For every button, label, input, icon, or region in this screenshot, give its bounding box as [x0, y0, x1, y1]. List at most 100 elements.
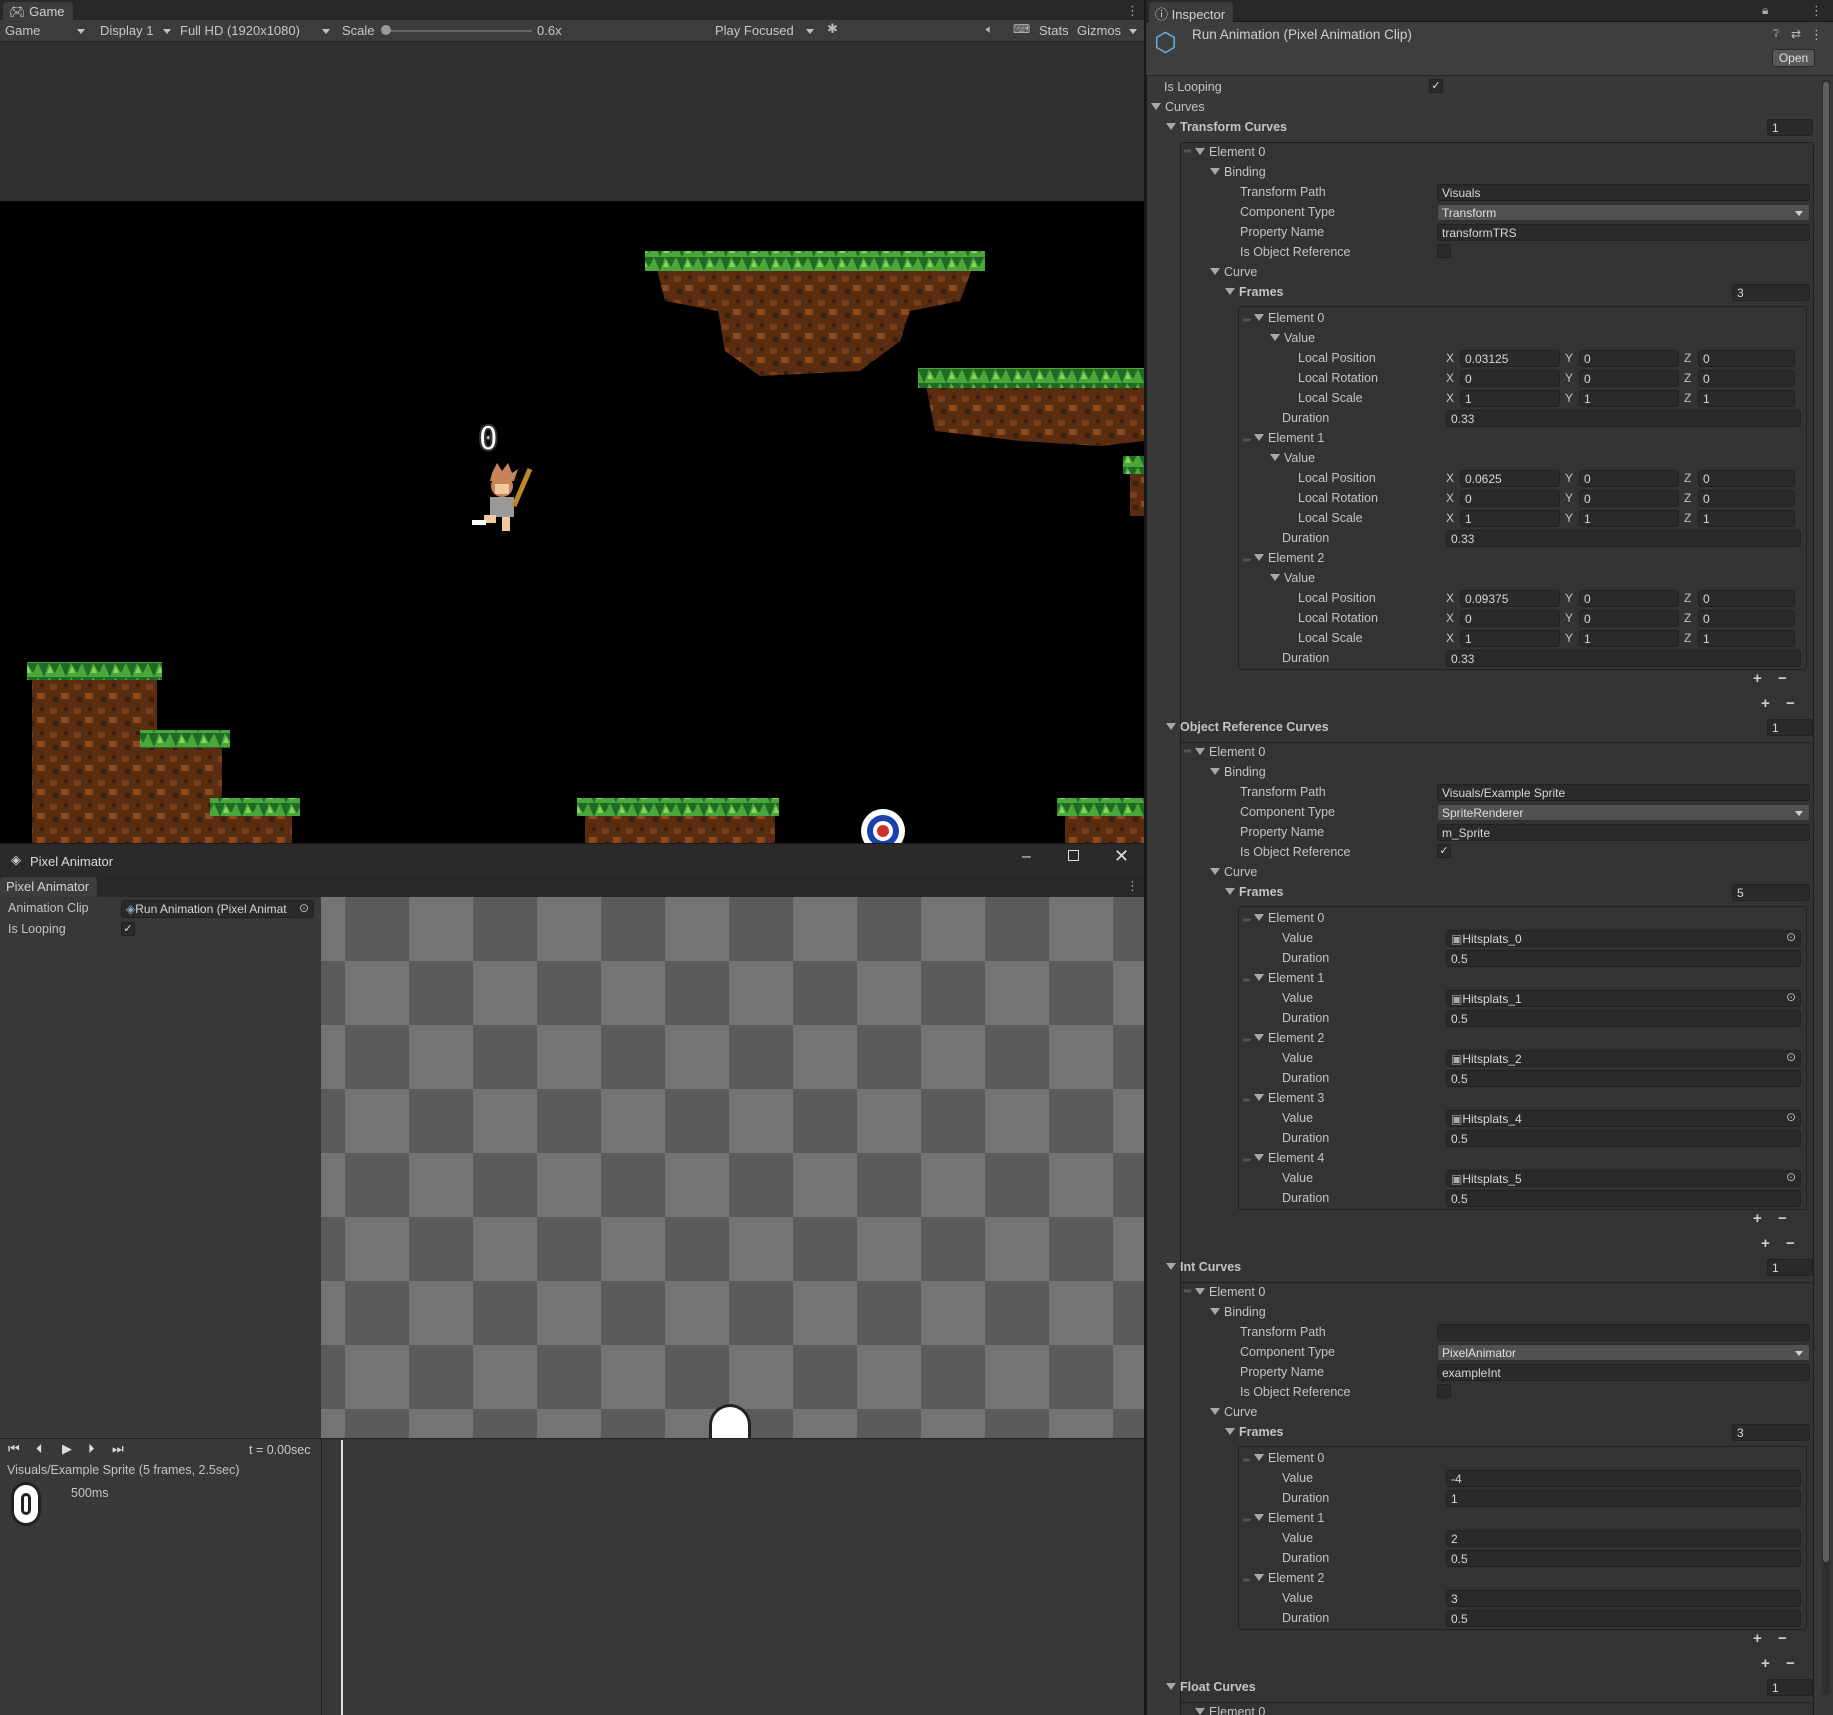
- float-curves-size[interactable]: 1: [1767, 1679, 1813, 1696]
- ic-frame-foldout[interactable]: Element 2: [1254, 1571, 1324, 1585]
- is-looping-toggle[interactable]: ✓: [1429, 79, 1443, 93]
- tc-is-object-reference-checkbox[interactable]: [1437, 244, 1451, 258]
- orc-foldout[interactable]: Object Reference Curves: [1166, 720, 1329, 734]
- fc-element0-foldout[interactable]: Element 0: [1195, 1705, 1265, 1715]
- orc-frame-foldout[interactable]: Element 4: [1254, 1151, 1324, 1165]
- tc-frame-lr-z-field[interactable]: 0: [1698, 610, 1795, 627]
- ic-is-object-reference-checkbox[interactable]: [1437, 1384, 1451, 1398]
- orc-size[interactable]: 1: [1767, 719, 1813, 736]
- orc-add-button[interactable]: +: [1761, 1235, 1770, 1252]
- float-curves-foldout[interactable]: Float Curves: [1166, 1680, 1256, 1694]
- orc-is-object-reference-checkbox[interactable]: ✓: [1437, 844, 1451, 858]
- orc-frame-foldout[interactable]: Element 3: [1254, 1091, 1324, 1105]
- maximize-icon[interactable]: [1068, 850, 1079, 861]
- object-picker-icon[interactable]: ⊙: [1786, 930, 1796, 944]
- ic-frame-duration-field[interactable]: 0.5: [1446, 1550, 1801, 1567]
- tc-frame-ls-z-field[interactable]: 1: [1698, 630, 1795, 647]
- bug-icon[interactable]: ✱: [827, 21, 838, 37]
- drag-handle-icon[interactable]: ═: [1243, 555, 1250, 566]
- tc-transform-path-field[interactable]: Visuals: [1437, 184, 1810, 201]
- ic-transform-path-field[interactable]: [1437, 1324, 1810, 1341]
- drag-handle-icon[interactable]: ═: [1243, 915, 1250, 926]
- tc-frame-lr-y-field[interactable]: 0: [1579, 490, 1679, 507]
- tc-frame-lp-x-field[interactable]: 0.0625: [1460, 470, 1560, 487]
- scrollbar-thumb[interactable]: [1823, 82, 1829, 1562]
- presets-icon[interactable]: ⇄: [1791, 27, 1801, 41]
- ic-frame-duration-field[interactable]: 1: [1446, 1490, 1801, 1507]
- orc-frames-size[interactable]: 5: [1732, 884, 1810, 901]
- tc-frame-lp-y-field[interactable]: 0: [1579, 470, 1679, 487]
- game-viewport[interactable]: 0: [0, 201, 1144, 843]
- next-frame-icon[interactable]: ⏵: [88, 1441, 95, 1457]
- tc-add-button[interactable]: +: [1761, 695, 1770, 712]
- drag-handle-icon[interactable]: ═: [1243, 1035, 1250, 1046]
- drag-handle-icon[interactable]: ═: [1243, 435, 1250, 446]
- tc-frame-ls-y-field[interactable]: 1: [1579, 510, 1679, 527]
- scale-slider-handle[interactable]: [381, 25, 391, 35]
- tc-frame-ls-y-field[interactable]: 1: [1579, 390, 1679, 407]
- mute-audio-icon[interactable]: 🔈︎: [986, 22, 993, 37]
- keyboard-icon[interactable]: ⌨︎: [1013, 22, 1030, 36]
- orc-frame-foldout[interactable]: Element 2: [1254, 1031, 1324, 1045]
- ic-property-name-field[interactable]: exampleInt: [1437, 1364, 1810, 1381]
- drag-handle-icon[interactable]: ═: [1243, 1155, 1250, 1166]
- close-icon[interactable]: ✕: [1114, 846, 1129, 867]
- context-menu-icon[interactable]: ⋮: [1810, 27, 1823, 43]
- tc-frame-lr-x-field[interactable]: 0: [1460, 610, 1560, 627]
- drag-handle-icon[interactable]: ═: [1243, 1095, 1250, 1106]
- tc-frame-lp-y-field[interactable]: 0: [1579, 350, 1679, 367]
- tc-frame-foldout[interactable]: Element 0: [1254, 311, 1324, 325]
- prev-frame-icon[interactable]: ⏴: [36, 1441, 43, 1457]
- orc-frame-sprite-field[interactable]: ▣Hitsplats_5: [1446, 1170, 1801, 1187]
- ic-remove-button[interactable]: −: [1786, 1655, 1795, 1672]
- ic-frames-add-button[interactable]: +: [1753, 1630, 1762, 1647]
- orc-frame-sprite-field[interactable]: ▣Hitsplats_0: [1446, 930, 1801, 947]
- tc-component-type-dropdown[interactable]: Transform: [1437, 204, 1810, 221]
- curves-foldout[interactable]: Curves: [1151, 100, 1205, 114]
- tc-frame-lp-x-field[interactable]: 0.03125: [1460, 350, 1560, 367]
- orc-frame-duration-field[interactable]: 0.5: [1446, 1070, 1801, 1087]
- resolution-dropdown[interactable]: Full HD (1920x1080): [180, 21, 334, 41]
- tc-frame-lp-z-field[interactable]: 0: [1698, 350, 1795, 367]
- orc-remove-button[interactable]: −: [1786, 1235, 1795, 1252]
- tc-binding-foldout[interactable]: Binding: [1210, 165, 1266, 179]
- tc-remove-button[interactable]: −: [1786, 695, 1795, 712]
- ic-frames-remove-button[interactable]: −: [1778, 1630, 1787, 1647]
- sprite-preview-canvas[interactable]: [321, 897, 1144, 1438]
- tc-property-name-field[interactable]: transformTRS: [1437, 224, 1810, 241]
- orc-element0-foldout[interactable]: Element 0: [1195, 745, 1265, 759]
- animation-clip-field[interactable]: ◈Run Animation (Pixel Animat: [121, 900, 314, 918]
- playhead[interactable]: [341, 1440, 343, 1715]
- ic-component-type-dropdown[interactable]: PixelAnimator: [1437, 1344, 1810, 1361]
- display-dropdown[interactable]: Display 1: [99, 21, 175, 41]
- first-frame-icon[interactable]: ⏮: [8, 1441, 20, 1457]
- drag-handle-icon[interactable]: ═: [1184, 746, 1191, 757]
- object-picker-icon[interactable]: ⊙: [299, 901, 309, 915]
- orc-frame-foldout[interactable]: Element 0: [1254, 911, 1324, 925]
- tc-frame-value-foldout[interactable]: Value: [1270, 331, 1315, 345]
- orc-frame-duration-field[interactable]: 0.5: [1446, 1130, 1801, 1147]
- ic-frame-value-field[interactable]: 3: [1446, 1590, 1801, 1607]
- object-picker-icon[interactable]: ⊙: [1786, 1170, 1796, 1184]
- tc-frame-lr-z-field[interactable]: 0: [1698, 370, 1795, 387]
- object-picker-icon[interactable]: ⊙: [1786, 1050, 1796, 1064]
- orc-frames-add-button[interactable]: +: [1753, 1210, 1762, 1227]
- tc-frame-lp-z-field[interactable]: 0: [1698, 470, 1795, 487]
- drag-handle-icon[interactable]: ═: [1243, 975, 1250, 986]
- orc-frame-sprite-field[interactable]: ▣Hitsplats_2: [1446, 1050, 1801, 1067]
- ic-frame-value-field[interactable]: 2: [1446, 1530, 1801, 1547]
- drag-handle-icon[interactable]: ═: [1243, 1515, 1250, 1526]
- transform-curves-size[interactable]: 1: [1767, 119, 1813, 136]
- is-looping-checkbox[interactable]: ✓: [121, 922, 135, 936]
- ic-add-button[interactable]: +: [1761, 1655, 1770, 1672]
- inspector-menu-icon[interactable]: ⋮: [1810, 3, 1823, 19]
- stats-button[interactable]: Stats: [1039, 23, 1069, 38]
- tc-frame-foldout[interactable]: Element 1: [1254, 431, 1324, 445]
- play-icon[interactable]: ▶: [62, 1441, 72, 1457]
- minimize-icon[interactable]: –: [1022, 848, 1031, 866]
- tc-frame-lr-z-field[interactable]: 0: [1698, 490, 1795, 507]
- frame-thumbnail[interactable]: [11, 1482, 41, 1526]
- ic-frame-duration-field[interactable]: 0.5: [1446, 1610, 1801, 1627]
- tc-frames-add-button[interactable]: +: [1753, 670, 1762, 687]
- orc-frame-sprite-field[interactable]: ▣Hitsplats_1: [1446, 990, 1801, 1007]
